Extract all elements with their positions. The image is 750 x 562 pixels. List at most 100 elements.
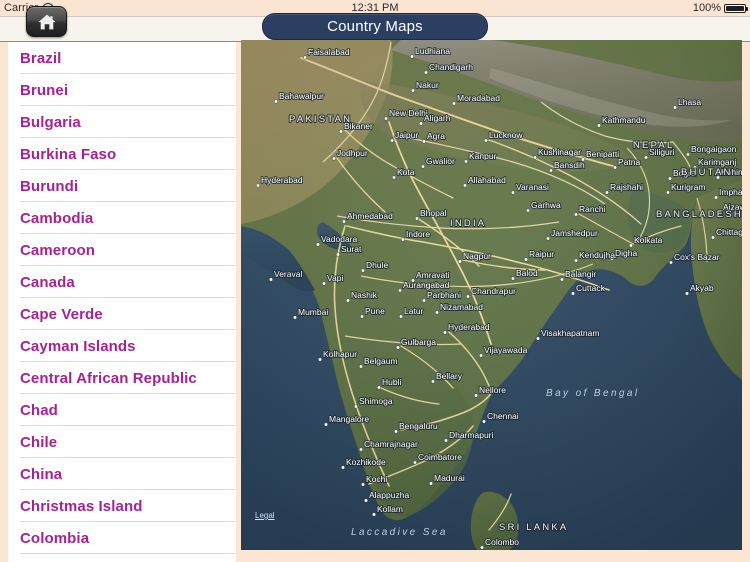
city-marker-dot bbox=[424, 70, 429, 75]
city-marker-dot bbox=[484, 138, 489, 143]
city-label: Indore bbox=[406, 229, 430, 239]
city-marker-dot bbox=[482, 419, 487, 424]
city-label: Veraval bbox=[274, 269, 302, 279]
legal-link[interactable]: Legal bbox=[255, 511, 275, 520]
list-item[interactable]: Cameroon bbox=[8, 234, 236, 266]
city-label: Vadodara bbox=[321, 234, 358, 244]
list-item[interactable]: Cape Verde bbox=[8, 298, 236, 330]
country-name: Central African Republic bbox=[20, 369, 197, 387]
city-marker-dot bbox=[410, 54, 415, 59]
city-marker-dot bbox=[413, 460, 418, 465]
city-marker-dot bbox=[510, 190, 515, 195]
city-marker-dot bbox=[672, 105, 677, 110]
city-label: Kurigram bbox=[671, 182, 705, 192]
country-name: Colombia bbox=[20, 529, 90, 547]
city-label: Gwalior bbox=[426, 156, 455, 166]
list-item[interactable]: Canada bbox=[8, 266, 236, 298]
city-label: Colombo bbox=[485, 537, 519, 547]
list-item[interactable]: Bulgaria bbox=[8, 106, 236, 138]
city-marker-dot bbox=[510, 276, 515, 281]
city-label: Akyab bbox=[690, 283, 714, 293]
city-label: Chennai bbox=[487, 411, 519, 421]
city-label: Aligarh bbox=[424, 113, 451, 123]
city-label: Vapi bbox=[327, 273, 343, 283]
page-title-label: Country Maps bbox=[327, 18, 423, 35]
city-marker-dot bbox=[342, 219, 347, 224]
list-item[interactable]: China bbox=[8, 458, 236, 490]
city-label: Lucknow bbox=[489, 130, 523, 140]
city-marker-dot bbox=[684, 291, 689, 296]
city-label: Gulbarga bbox=[401, 337, 436, 347]
list-item[interactable]: Cayman Islands bbox=[8, 330, 236, 362]
list-item[interactable]: Central African Republic bbox=[8, 362, 236, 394]
city-label: Jaipur bbox=[395, 130, 418, 140]
country-label: NEPAL bbox=[633, 140, 674, 151]
city-marker-dot bbox=[685, 152, 690, 157]
country-name: Brunei bbox=[20, 81, 69, 99]
city-label: Kollam bbox=[377, 504, 403, 514]
city-marker-dot bbox=[324, 422, 329, 427]
map-view[interactable]: Faisalabad Ludhiana Chandigarh Bahawalpur Na… bbox=[241, 40, 742, 550]
city-marker-dot bbox=[332, 156, 337, 161]
city-marker-dot bbox=[318, 357, 323, 362]
city-label: Dharmapuri bbox=[449, 430, 494, 440]
city-marker-dot bbox=[411, 88, 416, 93]
city-label: Kanpur bbox=[469, 151, 497, 161]
city-label: Kochi bbox=[366, 474, 387, 484]
country-name: Bulgaria bbox=[20, 113, 81, 131]
city-marker-dot bbox=[573, 258, 578, 263]
city-label: Benipatti bbox=[586, 149, 619, 159]
sea-label: Bay of Bengal bbox=[546, 388, 639, 399]
city-marker-dot bbox=[422, 298, 427, 303]
city-marker-dot bbox=[292, 315, 297, 320]
city-label: Aurangabad bbox=[403, 280, 450, 290]
app-root: Carrier 12:31 PM 100% Country Maps Brazi… bbox=[0, 0, 750, 562]
list-item[interactable]: Colombia bbox=[8, 522, 236, 554]
city-marker-dot bbox=[628, 243, 633, 248]
city-marker-dot bbox=[361, 268, 366, 273]
city-label: Bahawalpur bbox=[279, 91, 324, 101]
country-list[interactable]: Brazil Brunei Bulgaria Burkina Faso Burundi C… bbox=[8, 42, 236, 562]
country-name: Chad bbox=[20, 401, 58, 419]
home-button[interactable] bbox=[26, 6, 67, 37]
list-item[interactable]: Chad bbox=[8, 394, 236, 426]
city-label: Hubli bbox=[382, 377, 401, 387]
city-marker-dot bbox=[458, 259, 463, 264]
city-marker-dot bbox=[532, 155, 537, 160]
city-marker-dot bbox=[302, 55, 307, 60]
city-label: Vijayawada bbox=[484, 345, 528, 355]
city-label: Digha bbox=[615, 248, 637, 258]
city-marker-dot bbox=[346, 298, 351, 303]
city-marker-dot bbox=[559, 277, 564, 282]
city-marker-dot bbox=[354, 404, 359, 409]
city-marker-dot bbox=[523, 257, 528, 262]
city-label: Raipur bbox=[529, 249, 554, 259]
city-label: Bhopal bbox=[420, 208, 447, 218]
list-item[interactable]: Brunei bbox=[8, 74, 236, 106]
city-marker-dot bbox=[668, 260, 673, 265]
list-item[interactable]: Burkina Faso bbox=[8, 138, 236, 170]
city-marker-dot bbox=[464, 159, 469, 164]
city-marker-dot bbox=[429, 481, 434, 486]
city-marker-dot bbox=[359, 447, 364, 452]
city-label: Patna bbox=[618, 157, 640, 167]
city-marker-dot bbox=[399, 314, 404, 319]
city-marker-dot bbox=[398, 288, 403, 293]
city-label: Kota bbox=[397, 167, 415, 177]
list-item[interactable]: Brazil bbox=[8, 42, 236, 74]
city-label: Surat bbox=[341, 244, 362, 254]
city-label: Kushinagar bbox=[538, 147, 581, 157]
list-item[interactable]: Cambodia bbox=[8, 202, 236, 234]
city-label: Chandrapur bbox=[471, 286, 516, 296]
status-bar-right: 100% bbox=[693, 0, 748, 16]
country-name: Burkina Faso bbox=[20, 145, 117, 163]
list-item[interactable]: Christmas Island bbox=[8, 490, 236, 522]
country-name: Cambodia bbox=[20, 209, 94, 227]
city-label: Bengaluru bbox=[399, 421, 438, 431]
list-item[interactable]: Chile bbox=[8, 426, 236, 458]
list-item[interactable]: Burundi bbox=[8, 170, 236, 202]
city-marker-dot bbox=[545, 236, 550, 241]
city-label: Cox's Bazar bbox=[674, 252, 720, 262]
country-label: PAKISTAN bbox=[289, 114, 352, 125]
page-title: Country Maps bbox=[262, 13, 488, 40]
